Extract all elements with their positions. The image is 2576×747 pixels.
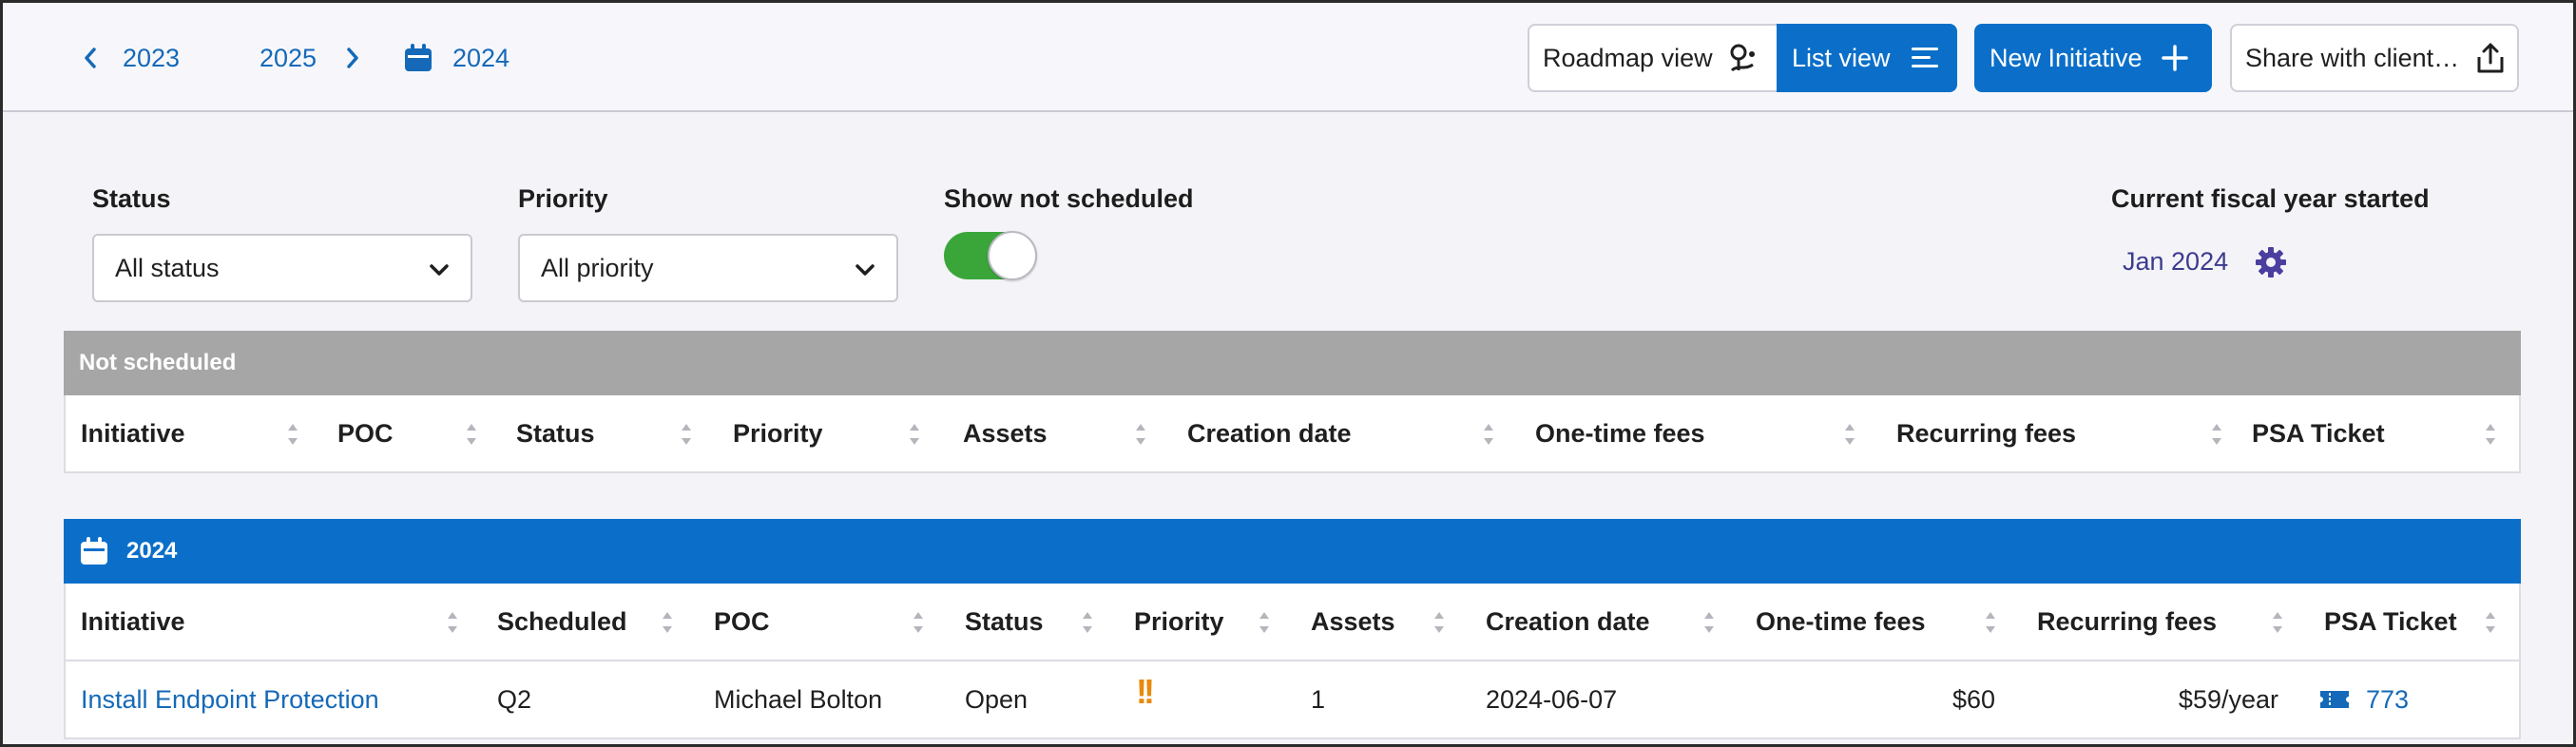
calendar-icon [403, 43, 433, 73]
not-scheduled-table: Initiative POC Status Priority Assets Cr… [64, 395, 2521, 473]
scheduled-cell: Q2 [497, 684, 532, 714]
priority-filter-label: Priority [518, 184, 608, 213]
col-recurring-fees[interactable]: Recurring fees [1896, 414, 2076, 452]
list-view-button[interactable]: List view [1777, 24, 1957, 92]
sort-icon[interactable] [680, 422, 693, 451]
toggle-knob [988, 231, 1037, 280]
show-not-scheduled-toggle[interactable] [944, 231, 1037, 280]
sort-icon[interactable] [2271, 610, 2284, 640]
sort-icon[interactable] [1482, 422, 1495, 451]
col-assets[interactable]: Assets [963, 414, 1048, 452]
col-psa-ticket[interactable]: PSA Ticket [2324, 603, 2457, 641]
recurring-fees-cell: $59/year [2178, 684, 2278, 714]
top-bar: 2023 2025 2024 Roadmap view List view Ne… [3, 3, 2573, 112]
year-section-header: 2024 [64, 519, 2521, 584]
list-lines-icon [1911, 46, 1940, 70]
share-with-client-button[interactable]: Share with client… [2230, 24, 2519, 92]
priority-select-value: All priority [541, 253, 654, 282]
prev-year-label: 2023 [123, 43, 181, 72]
chevron-right-icon [345, 46, 360, 70]
col-priority[interactable]: Priority [733, 414, 823, 452]
col-one-time-fees[interactable]: One-time fees [1535, 414, 1705, 452]
next-year-label: 2025 [260, 43, 317, 72]
sort-icon[interactable] [661, 610, 674, 640]
sort-icon[interactable] [1432, 610, 1446, 640]
ticket-icon [2318, 688, 2351, 716]
list-view-label: List view [1792, 43, 1891, 72]
col-initiative[interactable]: Initiative [81, 414, 185, 452]
not-scheduled-header: Not scheduled [64, 331, 2521, 395]
assets-cell: 1 [1311, 684, 1326, 714]
sort-icon[interactable] [446, 610, 459, 640]
priority-select[interactable]: All priority [518, 234, 898, 302]
psa-ticket-link[interactable]: 773 [2366, 680, 2409, 718]
sort-icon[interactable] [2210, 422, 2223, 451]
sort-icon[interactable] [1843, 422, 1856, 451]
share-upload-icon [2476, 42, 2505, 74]
sort-icon[interactable] [1984, 610, 1997, 640]
next-year-link[interactable]: 2025 [260, 39, 360, 77]
col-creation-date[interactable]: Creation date [1187, 414, 1352, 452]
status-filter-label: Status [92, 184, 171, 213]
roadmap-view-label: Roadmap view [1543, 43, 1713, 72]
chevron-down-icon [855, 254, 875, 283]
status-select-value: All status [115, 253, 220, 282]
col-poc[interactable]: POC [714, 603, 770, 641]
status-cell: Open [965, 684, 1028, 714]
sort-icon[interactable] [1081, 610, 1094, 640]
col-scheduled[interactable]: Scheduled [497, 603, 627, 641]
col-poc[interactable]: POC [337, 414, 394, 452]
current-year-link[interactable]: 2024 [403, 39, 509, 77]
sort-icon[interactable] [908, 422, 921, 451]
year-table: Initiative Scheduled POC Status Priority… [64, 584, 2521, 739]
sort-icon[interactable] [1258, 610, 1271, 640]
status-select[interactable]: All status [92, 234, 472, 302]
gear-icon[interactable] [2254, 245, 2288, 284]
sort-icon[interactable] [2484, 422, 2497, 451]
sort-icon[interactable] [465, 422, 478, 451]
priority-high-icon: !! [1136, 672, 1155, 711]
col-initiative[interactable]: Initiative [81, 603, 185, 641]
new-initiative-label: New Initiative [1990, 43, 2143, 72]
col-creation-date[interactable]: Creation date [1486, 603, 1650, 641]
col-priority[interactable]: Priority [1134, 603, 1224, 641]
app-frame: 2023 2025 2024 Roadmap view List view Ne… [0, 0, 2576, 747]
map-pin-icon [1726, 42, 1759, 74]
not-scheduled-title: Not scheduled [79, 350, 237, 375]
show-not-scheduled-label: Show not scheduled [944, 184, 1194, 213]
col-recurring-fees[interactable]: Recurring fees [2037, 603, 2217, 641]
prev-year-link[interactable]: 2023 [83, 39, 180, 77]
sort-icon[interactable] [286, 422, 299, 451]
sort-icon[interactable] [2484, 610, 2497, 640]
col-one-time-fees[interactable]: One-time fees [1756, 603, 1926, 641]
current-year-label: 2024 [452, 43, 510, 72]
col-psa-ticket[interactable]: PSA Ticket [2252, 414, 2385, 452]
plus-icon [2161, 45, 2188, 71]
col-status[interactable]: Status [965, 603, 1044, 641]
fiscal-year-label: Current fiscal year started [2111, 184, 2430, 213]
roadmap-view-button[interactable]: Roadmap view [1528, 24, 1778, 92]
col-status[interactable]: Status [516, 414, 595, 452]
chevron-down-icon [429, 254, 450, 283]
chevron-left-icon [83, 46, 98, 70]
sort-icon[interactable] [1702, 610, 1716, 640]
table-row[interactable]: Install Endpoint Protection Q2 Michael B… [66, 661, 2519, 737]
poc-cell: Michael Bolton [714, 684, 883, 714]
sort-icon[interactable] [912, 610, 925, 640]
one-time-fees-cell: $60 [1951, 684, 1995, 714]
fiscal-year-value[interactable]: Jan 2024 [2123, 247, 2228, 277]
share-label: Share with client… [2245, 43, 2460, 72]
calendar-icon [79, 536, 109, 566]
new-initiative-button[interactable]: New Initiative [1974, 24, 2212, 92]
col-assets[interactable]: Assets [1311, 603, 1395, 641]
initiative-link[interactable]: Install Endpoint Protection [81, 680, 379, 718]
year-section-title: 2024 [126, 538, 178, 564]
filter-panel: Status All status Priority All priority … [64, 150, 2521, 331]
creation-date-cell: 2024-06-07 [1486, 684, 1618, 714]
sort-icon[interactable] [1134, 422, 1147, 451]
